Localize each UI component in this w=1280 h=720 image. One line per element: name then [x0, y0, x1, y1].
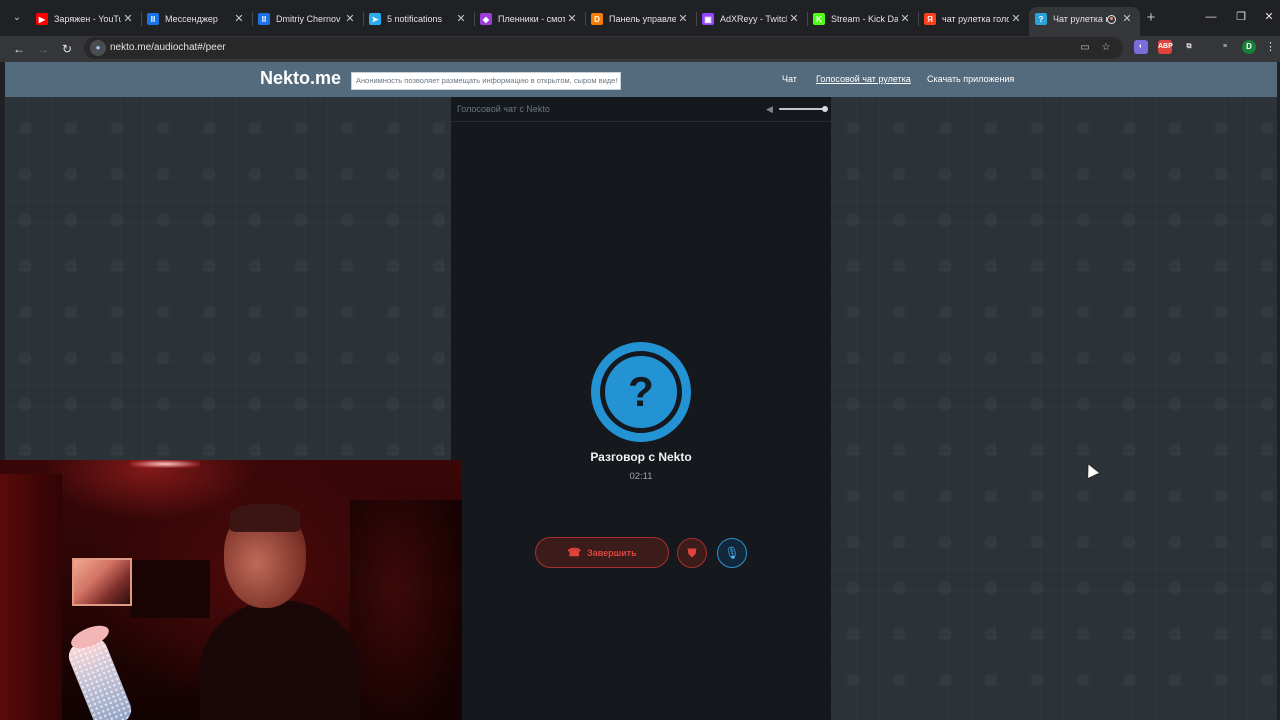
- site-logo[interactable]: Nekto.me: [260, 68, 341, 89]
- cast-icon[interactable]: ▭: [1078, 41, 1092, 55]
- webcam-overlay: [0, 460, 462, 720]
- webcam-chair: [350, 500, 462, 720]
- question-mark-icon: ?: [600, 351, 682, 433]
- tab-title: Панель управлен: [609, 14, 676, 24]
- microphone-icon: 🎙: [724, 546, 740, 560]
- tab-title: Stream - Kick Das: [831, 14, 898, 24]
- extension-icon[interactable]: ◐: [1134, 40, 1148, 54]
- speaker-icon: ◀: [766, 104, 773, 114]
- webcam-poster: [72, 558, 132, 606]
- microphone-button[interactable]: 🎙: [717, 538, 747, 568]
- tab-close-icon[interactable]: ✕: [1009, 12, 1023, 26]
- forward-icon[interactable]: →: [34, 40, 52, 58]
- panel-title: Голосовой чат с Nekto: [457, 104, 550, 114]
- webcam-wall: [0, 474, 62, 720]
- webcam-streamer-hair: [230, 504, 300, 532]
- minimize-icon[interactable]: —: [1204, 10, 1218, 24]
- tab-list: ▶Заряжен - YouTube✕IIМессенджер✕IIDmitri…: [30, 7, 1140, 36]
- tab-strip: ⌄ ▶Заряжен - YouTube✕IIМессенджер✕IIDmit…: [0, 0, 1280, 36]
- restore-icon[interactable]: ❐: [1234, 10, 1248, 24]
- extensions-puzzle-icon[interactable]: ⧉: [1182, 40, 1196, 54]
- nav-link-voice-chat[interactable]: Голосовой чат рулетка: [816, 74, 911, 84]
- youtube-icon: ▶: [36, 13, 48, 25]
- browser-tab[interactable]: II Мессенджер ✕: [141, 7, 252, 31]
- panel-header: Голосовой чат с Nekto ◀: [451, 97, 831, 122]
- tab-close-icon[interactable]: ✕: [898, 12, 912, 26]
- profile-avatar[interactable]: D: [1242, 40, 1256, 54]
- telegram-icon: ➤: [369, 13, 381, 25]
- tab-title: Пленники - смотр: [498, 14, 565, 24]
- tab-title: Заряжен - YouTube: [54, 14, 121, 24]
- report-shield-button[interactable]: ⛊: [677, 538, 707, 568]
- tab-title: Мессенджер: [165, 14, 218, 24]
- call-timer: 02:11: [629, 471, 653, 482]
- webcam-streamer-body: [200, 600, 360, 720]
- conversation-title: Разговор с Nekto: [590, 450, 692, 464]
- tab-close-icon[interactable]: ✕: [1120, 12, 1134, 26]
- kinopoisk-icon: ◆: [480, 13, 492, 25]
- twitch-icon: ▣: [702, 13, 714, 25]
- close-window-icon[interactable]: ✕: [1262, 10, 1276, 24]
- webcam-streamer: [200, 500, 360, 720]
- hang-up-phone-icon: ☎: [567, 547, 582, 559]
- tab-close-icon[interactable]: ✕: [565, 12, 579, 26]
- tab-title: Чат рулетка г: [1053, 14, 1107, 24]
- browser-tab[interactable]: Ячат рулетка голо ✕: [918, 7, 1029, 31]
- yandex-icon: Я: [924, 13, 936, 25]
- nav-link-download-apps[interactable]: Скачать приложения: [927, 74, 1014, 84]
- tab-title: Dmitriy Chernov: [276, 14, 341, 24]
- tab-title: 5 notifications: [387, 14, 443, 24]
- browser-tab[interactable]: ➤ 5 notifications ✕: [363, 7, 474, 31]
- nekto-icon: ?: [1035, 13, 1047, 25]
- tab-title: AdXReyy - Twitch: [720, 14, 787, 24]
- tab-close-icon[interactable]: ✕: [454, 12, 468, 26]
- browser-menu-icon[interactable]: ⋮: [1265, 40, 1276, 54]
- peer-avatar: ?: [591, 342, 691, 442]
- tagline-banner: Анонимность позволяет размещать информац…: [351, 72, 621, 90]
- browser-tab[interactable]: II Dmitriy Chernov ✕: [252, 7, 363, 31]
- site-info-icon[interactable]: ●: [90, 40, 106, 56]
- tab-close-icon[interactable]: ✕: [343, 12, 357, 26]
- volume-knob[interactable]: [822, 106, 828, 112]
- webcam-monitor: [130, 560, 210, 618]
- tab-search-icon[interactable]: ⌄: [8, 9, 26, 27]
- donationalerts-icon: D: [591, 13, 603, 25]
- browser-tab[interactable]: ▶ Заряжен - YouTube✕: [30, 7, 141, 31]
- browser-tab[interactable]: ◆ Пленники - смотр ✕: [474, 7, 585, 31]
- shield-icon: ⛊: [687, 545, 697, 560]
- end-call-label: Завершить: [587, 547, 637, 558]
- kick-icon: K: [813, 13, 825, 25]
- tab-title: чат рулетка голо: [942, 14, 1009, 24]
- messenger-icon: II: [258, 13, 270, 25]
- reading-list-icon[interactable]: ≡: [1218, 40, 1232, 54]
- volume-slider[interactable]: [779, 106, 828, 112]
- voice-chat-panel: Голосовой чат с Nekto ◀ ? Разговор с Nek…: [451, 97, 831, 720]
- tab-close-icon[interactable]: ✕: [676, 12, 690, 26]
- tab-close-icon[interactable]: ✕: [232, 12, 246, 26]
- tab-close-icon[interactable]: ✕: [121, 12, 135, 26]
- bookmark-star-icon[interactable]: ☆: [1099, 41, 1113, 55]
- volume-fill: [779, 108, 825, 110]
- browser-tab[interactable]: ▣ AdXReyy - Twitch ✕: [696, 7, 807, 31]
- tab-close-icon[interactable]: ✕: [787, 12, 801, 26]
- webcam-ceiling-light: [130, 460, 200, 468]
- end-call-button[interactable]: ☎ Завершить: [535, 537, 669, 568]
- adblock-icon[interactable]: ABP: [1158, 40, 1173, 54]
- address-bar[interactable]: ● nekto.me/audiochat#/peer ▭ ☆: [84, 37, 1123, 59]
- browser-tab[interactable]: K Stream - Kick Das ✕: [807, 7, 918, 31]
- nav-link-chat[interactable]: Чат: [782, 74, 797, 84]
- browser-toolbar: ← → ↻ ● nekto.me/audiochat#/peer ▭ ☆: [0, 36, 1280, 62]
- recording-indicator-icon: [1107, 14, 1116, 24]
- site-header: Nekto.me Анонимность позволяет размещать…: [5, 62, 1277, 97]
- browser-tab[interactable]: ? Чат рулетка г ✕: [1029, 7, 1140, 36]
- browser-tab[interactable]: D Панель управлен ✕: [585, 7, 696, 31]
- new-tab-icon[interactable]: +: [1143, 10, 1159, 26]
- reload-icon[interactable]: ↻: [58, 40, 76, 58]
- back-icon[interactable]: ←: [10, 40, 28, 58]
- url-text[interactable]: nekto.me/audiochat#/peer: [110, 42, 226, 53]
- messenger-icon: II: [147, 13, 159, 25]
